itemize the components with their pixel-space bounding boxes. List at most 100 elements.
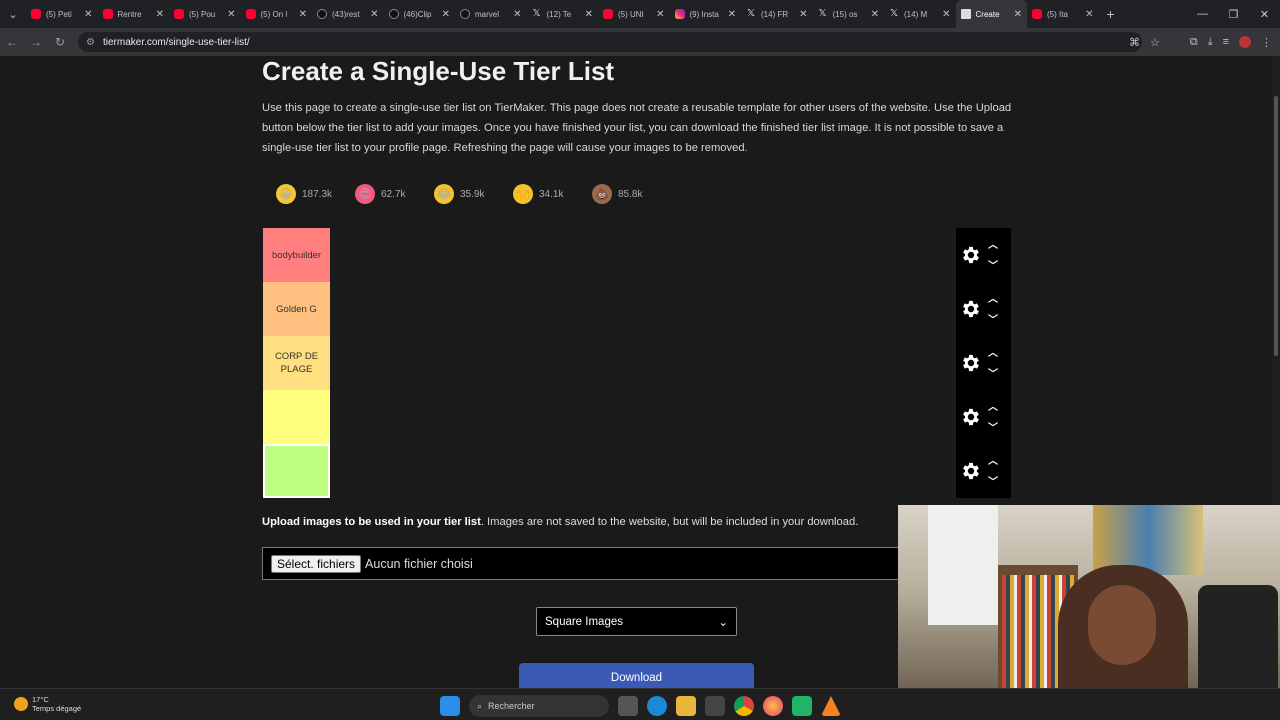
tab-close-icon[interactable]: ✕ (442, 9, 450, 20)
download-button[interactable]: Download (519, 663, 754, 688)
chevron-up-icon[interactable]: ︿ (988, 290, 998, 305)
chevron-up-icon[interactable]: ︿ (988, 452, 998, 467)
chevron-down-icon[interactable]: ﹀ (988, 419, 998, 434)
reaction-button[interactable]: 😀 187.3k (262, 178, 341, 210)
browser-tab[interactable]: (5) Peti ✕ (26, 0, 98, 28)
gear-icon[interactable] (960, 406, 982, 428)
browser-tab[interactable]: marvel ✕ (455, 0, 527, 28)
tab-close-icon[interactable]: ✕ (871, 9, 879, 20)
tab-close-icon[interactable]: ✕ (656, 9, 664, 20)
tier-drop-zone[interactable] (330, 228, 956, 282)
app-icon[interactable] (792, 696, 812, 716)
reaction-emoji-icon: 😍 (355, 184, 375, 204)
tab-close-icon[interactable]: ✕ (585, 9, 593, 20)
profile-avatar[interactable] (1239, 36, 1251, 48)
x-icon: 𝕏 (818, 8, 827, 19)
minimize-icon[interactable]: — (1187, 0, 1218, 28)
tier-drop-zone[interactable] (330, 282, 956, 336)
tab-title: (43)rest (332, 9, 360, 19)
tier-label[interactable]: CORP DE PLAGE (263, 336, 330, 390)
browser-tab[interactable]: (9) Insta ✕ (670, 0, 742, 28)
address-bar[interactable]: ⚙ tiermaker.com/single-use-tier-list/ (78, 32, 1142, 52)
browser-tab[interactable]: Rentre ✕ (98, 0, 170, 28)
tab-close-icon[interactable]: ✕ (370, 9, 378, 20)
chevron-up-icon[interactable]: ︿ (988, 398, 998, 413)
chevron-up-icon[interactable]: ︿ (988, 344, 998, 359)
browser-tab[interactable]: (43)rest ✕ (312, 0, 384, 28)
extensions-icon[interactable]: ⧉ (1190, 36, 1198, 49)
browser-tab[interactable]: 𝕏 (15) os ✕ (813, 0, 885, 28)
translate-icon[interactable]: ⌘ (1129, 36, 1140, 49)
tab-close-icon[interactable]: ✕ (799, 9, 807, 20)
bookmark-star-icon[interactable]: ☆ (1150, 36, 1160, 49)
chevron-down-icon[interactable]: ﹀ (988, 311, 998, 326)
browser-tab[interactable]: 𝕏 (14) M ✕ (884, 0, 956, 28)
forward-icon[interactable]: → (24, 28, 48, 56)
tab-search-icon[interactable]: ⌄ (0, 0, 26, 28)
browser-tab[interactable]: (5) On l ✕ (241, 0, 313, 28)
tier-drop-zone[interactable] (330, 444, 956, 498)
tab-close-icon[interactable]: ✕ (299, 9, 307, 20)
browser-tab[interactable]: (5) UNI ✕ (598, 0, 670, 28)
gear-icon[interactable] (960, 298, 982, 320)
tab-close-icon[interactable]: ✕ (728, 9, 736, 20)
firefox-icon[interactable] (763, 696, 783, 716)
reaction-button[interactable]: 😂 35.9k (420, 178, 499, 210)
tier-label[interactable]: Golden G (263, 282, 330, 336)
tab-close-icon[interactable]: ✕ (84, 9, 92, 20)
tab-close-icon[interactable]: ✕ (227, 9, 235, 20)
browser-tab[interactable]: (46)Clip ✕ (384, 0, 456, 28)
reload-icon[interactable]: ↻ (48, 28, 72, 56)
image-shape-select[interactable]: Square Images ⌄ (536, 607, 737, 636)
tab-close-icon[interactable]: ✕ (1014, 9, 1022, 20)
tier-label[interactable] (263, 444, 330, 498)
tab-close-icon[interactable]: ✕ (942, 9, 950, 20)
weather-widget[interactable]: 17°C Temps dégagé (14, 695, 81, 713)
task-view-icon[interactable] (618, 696, 638, 716)
download-icon[interactable]: ⤓ (1208, 36, 1213, 49)
taskbar-search[interactable]: ⌕ Rechercher (469, 695, 609, 717)
gear-icon[interactable] (960, 244, 982, 266)
reaction-button[interactable]: 💩 85.8k (578, 178, 657, 210)
browser-tab[interactable]: 𝕏 (14) FR ✕ (741, 0, 813, 28)
browser-tab[interactable]: (5) Pou ✕ (169, 0, 241, 28)
chrome-icon[interactable] (734, 696, 754, 716)
new-tab-button[interactable]: + (1099, 6, 1123, 22)
weather-status: Temps dégagé (32, 704, 82, 713)
back-icon[interactable]: ← (0, 28, 24, 56)
start-windows-icon[interactable] (440, 696, 460, 716)
file-input[interactable]: Sélect. fichiers Aucun fichier choisi (262, 547, 902, 580)
reaction-button[interactable]: 😍 62.7k (341, 178, 420, 210)
store-icon[interactable] (705, 696, 725, 716)
browser-tab[interactable]: 𝕏 (12) Te ✕ (527, 0, 599, 28)
gear-icon[interactable] (960, 460, 982, 482)
gear-icon[interactable] (960, 352, 982, 374)
tier-drop-zone[interactable] (330, 390, 956, 444)
tier-drop-zone[interactable] (330, 336, 956, 390)
chevron-down-icon[interactable]: ﹀ (988, 473, 998, 488)
close-window-icon[interactable]: ✕ (1249, 0, 1280, 28)
tab-close-icon[interactable]: ✕ (513, 9, 521, 20)
youtube-icon (31, 9, 41, 19)
tier-label[interactable]: bodybuilder (263, 228, 330, 282)
browser-tab[interactable]: Create ✕ (955, 0, 1027, 28)
file-explorer-icon[interactable] (676, 696, 696, 716)
chevron-down-icon[interactable]: ﹀ (988, 257, 998, 272)
vlc-icon[interactable] (821, 696, 841, 716)
edge-icon[interactable] (647, 696, 667, 716)
chevron-up-icon[interactable]: ︿ (988, 236, 998, 251)
browser-tab[interactable]: (5) Ita ✕ (1027, 0, 1099, 28)
menu-icon[interactable]: ⋮ (1261, 36, 1272, 49)
scrollbar-thumb[interactable] (1274, 96, 1278, 356)
tier-label[interactable] (263, 390, 330, 444)
restore-icon[interactable]: ❐ (1218, 0, 1249, 28)
reaction-button[interactable]: 🙌 34.1k (499, 178, 578, 210)
media-icon[interactable]: ≡ (1223, 36, 1229, 48)
tab-title: (46)Clip (403, 9, 432, 19)
choose-files-button[interactable]: Sélect. fichiers (271, 554, 362, 573)
site-info-icon[interactable]: ⚙ (86, 37, 95, 48)
tier-controls: ︿ ﹀ (956, 390, 1011, 444)
tab-close-icon[interactable]: ✕ (1085, 9, 1093, 20)
chevron-down-icon[interactable]: ﹀ (988, 365, 998, 380)
tab-close-icon[interactable]: ✕ (156, 9, 164, 20)
